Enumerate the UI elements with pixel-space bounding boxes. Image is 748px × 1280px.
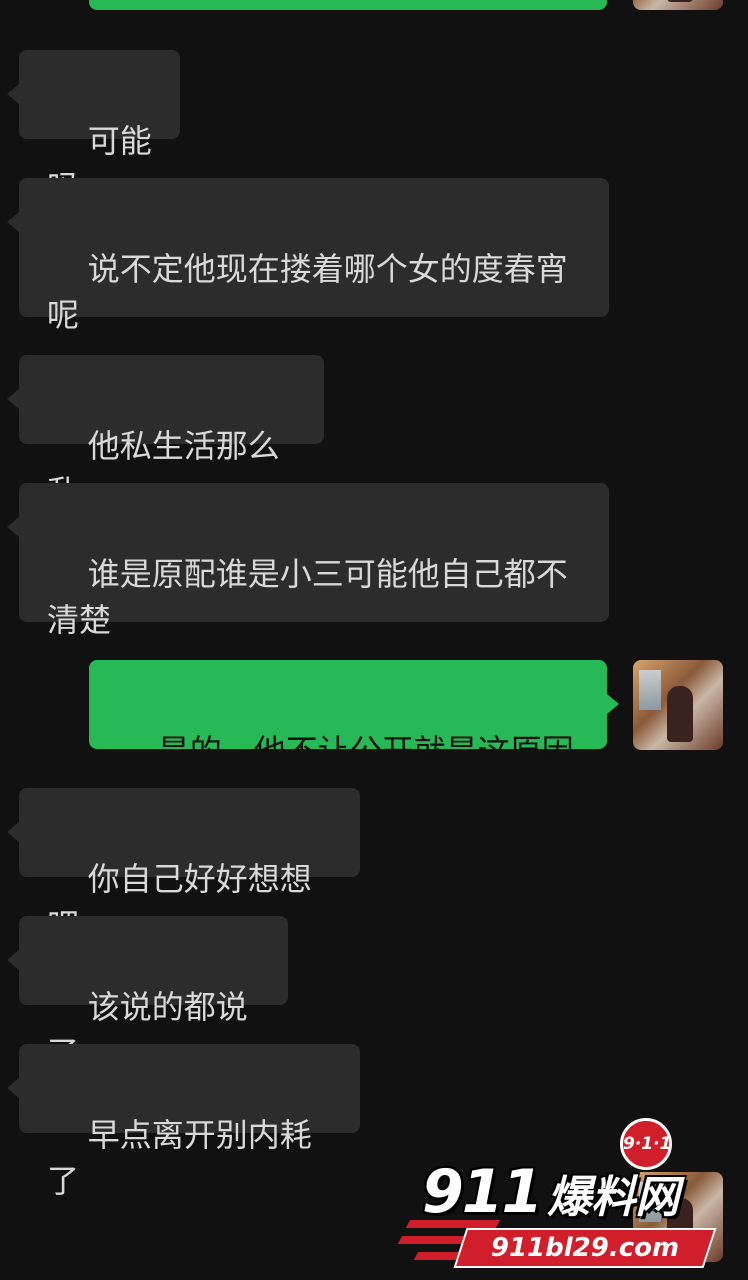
incoming-message-bubble[interactable]: 该说的都说了: [7, 916, 288, 1072]
watermark-url: 911bl29.com: [490, 1233, 680, 1263]
watermark-brand-number: 911: [422, 1157, 543, 1227]
watermark-brand: 911 爆料网: [422, 1154, 679, 1236]
message-text: 说不定他现在搂着哪个女的度春宵呢: [47, 250, 568, 334]
incoming-message-bubble[interactable]: 谁是原配谁是小三可能他自己都不清楚: [7, 483, 609, 639]
incoming-message-bubble[interactable]: 你自己好好想想吧: [7, 788, 360, 944]
chat-screen: 可能吗 说不定他现在搂着哪个女的度春宵呢 他私生活那么乱 谁是原配谁是小三可能他…: [0, 0, 748, 1280]
self-avatar-icon[interactable]: [633, 660, 723, 750]
incoming-message-bubble[interactable]: 他私生活那么乱: [7, 355, 324, 511]
outgoing-message-bubble[interactable]: [89, 0, 607, 10]
message-text: 是的，他不让公开就是这原因: [157, 732, 574, 770]
incoming-message-bubble[interactable]: 可能吗: [7, 50, 180, 206]
watermark-logo: 9·1·1 911 爆料网 911bl29.com: [397, 1112, 730, 1280]
message-text: 早点离开别内耗了: [47, 1116, 312, 1200]
outgoing-message-bubble[interactable]: 是的，他不让公开就是这原因: [89, 660, 619, 770]
incoming-message-bubble[interactable]: 早点离开别内耗了: [7, 1044, 360, 1200]
watermark-brand-name: 爆料网: [547, 1172, 680, 1223]
self-avatar-icon[interactable]: [633, 0, 723, 10]
incoming-message-bubble[interactable]: 说不定他现在搂着哪个女的度春宵呢: [7, 178, 609, 334]
message-text: 谁是原配谁是小三可能他自己都不清楚: [47, 555, 568, 639]
